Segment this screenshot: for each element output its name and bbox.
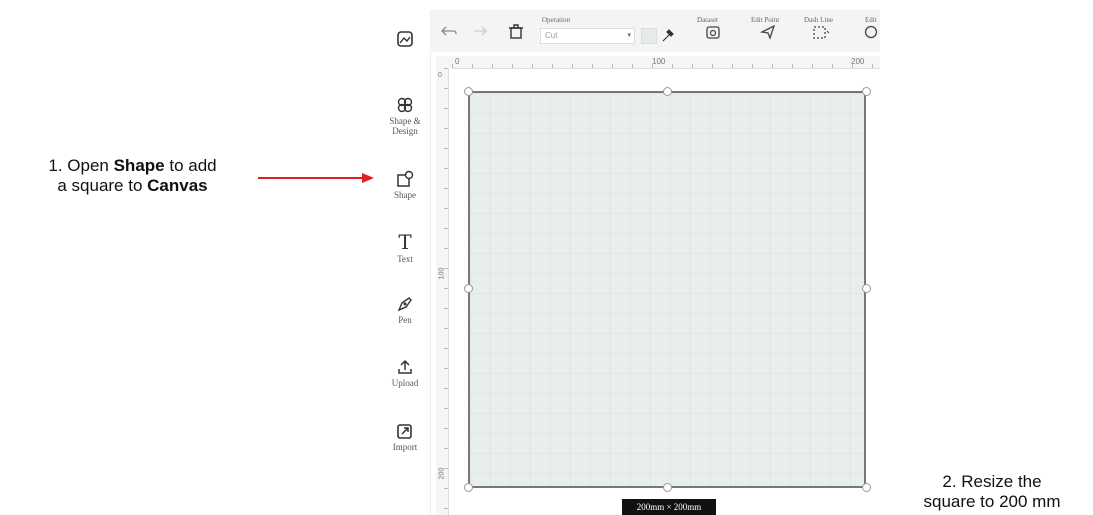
- size-readout: 200mm × 200mm: [622, 499, 716, 515]
- dash-line-label: Dash Line: [804, 16, 833, 24]
- upload-icon: [398, 359, 412, 374]
- sidebar-item-image[interactable]: [380, 30, 430, 48]
- sidebar-item-label: Import: [392, 442, 418, 452]
- clear-icon[interactable]: [507, 22, 525, 40]
- dash-line-icon[interactable]: [812, 24, 830, 40]
- resize-handle-top[interactable]: [663, 87, 672, 96]
- sidebar: Shape & Design Shape T Text Pen Upload I…: [380, 10, 431, 515]
- step1-bold-canvas: Canvas: [147, 176, 208, 195]
- sidebar-item-label: Shape & Design: [389, 116, 421, 136]
- ruler-h-tick: 100: [652, 57, 666, 66]
- sidebar-item-pen[interactable]: Pen: [380, 295, 430, 325]
- sidebar-item-shape[interactable]: Shape: [380, 170, 430, 200]
- operation-label: Operation: [542, 16, 570, 24]
- step2-annotation: 2. Resize the square to 200 mm: [896, 472, 1088, 512]
- color-swatch[interactable]: [641, 28, 657, 44]
- step2-line2: square to 200 mm: [923, 492, 1061, 511]
- text-icon: T: [398, 232, 412, 252]
- resize-handle-top-left[interactable]: [464, 87, 473, 96]
- pen-icon: [397, 297, 412, 312]
- edit-icon[interactable]: [863, 24, 879, 40]
- resize-handle-top-right[interactable]: [862, 87, 871, 96]
- horizontal-ruler: [452, 56, 880, 69]
- resize-handle-bottom-left[interactable]: [464, 483, 473, 492]
- edit-point-icon[interactable]: [760, 24, 776, 40]
- chevron-down-icon: ▾: [627, 32, 631, 39]
- resize-handle-bottom[interactable]: [663, 483, 672, 492]
- import-icon: [397, 424, 412, 439]
- sidebar-item-label: Text: [397, 254, 413, 264]
- svg-text:T: T: [398, 232, 412, 252]
- edit-point-label: Edit Point: [751, 16, 780, 24]
- step2-line1: 2. Resize the: [942, 472, 1042, 491]
- vertical-ruler: [436, 68, 449, 515]
- redo-icon[interactable]: [470, 25, 488, 39]
- dataset-label: Dataset: [697, 16, 718, 24]
- sidebar-item-label: Pen: [398, 315, 412, 325]
- sidebar-item-label: Shape: [394, 190, 416, 200]
- sidebar-item-label: Upload: [391, 378, 419, 388]
- ruler-v-tick: 100: [438, 267, 446, 280]
- operation-select[interactable]: Cut ▾: [540, 28, 635, 44]
- resize-handle-bottom-right[interactable]: [862, 483, 871, 492]
- step1-prefix: 1. Open: [48, 156, 114, 175]
- step1-arrow: [258, 173, 374, 183]
- ruler-v-tick: 200: [438, 467, 446, 480]
- sidebar-item-upload[interactable]: Upload: [380, 358, 430, 388]
- step1-annotation: 1. Open Shape to add a square to Canvas: [0, 156, 265, 196]
- operation-value: Cut: [545, 31, 558, 40]
- undo-icon[interactable]: [440, 25, 458, 39]
- edit-label: Edit: [865, 16, 877, 24]
- step1-bold-shape: Shape: [113, 156, 165, 175]
- square-shape[interactable]: [468, 91, 866, 488]
- sidebar-item-shape-design[interactable]: Shape & Design: [380, 96, 430, 136]
- dataset-icon[interactable]: [705, 24, 721, 40]
- resize-handle-right[interactable]: [862, 284, 871, 293]
- eyedropper-icon[interactable]: [660, 26, 676, 44]
- ruler-v-tick: 0: [438, 72, 442, 79]
- resize-handle-left[interactable]: [464, 284, 473, 293]
- ruler-h-tick: 200: [851, 57, 865, 66]
- step1-middle: to add: [164, 156, 217, 175]
- shape-icon: [397, 170, 414, 187]
- sidebar-item-import[interactable]: Import: [380, 422, 430, 452]
- design-icon: [397, 97, 413, 113]
- ruler-corner: [436, 56, 452, 68]
- image-icon: [397, 31, 413, 47]
- sidebar-item-text[interactable]: T Text: [380, 232, 430, 264]
- step1-line2: a square to: [57, 176, 148, 195]
- ruler-h-tick: 0: [455, 57, 460, 66]
